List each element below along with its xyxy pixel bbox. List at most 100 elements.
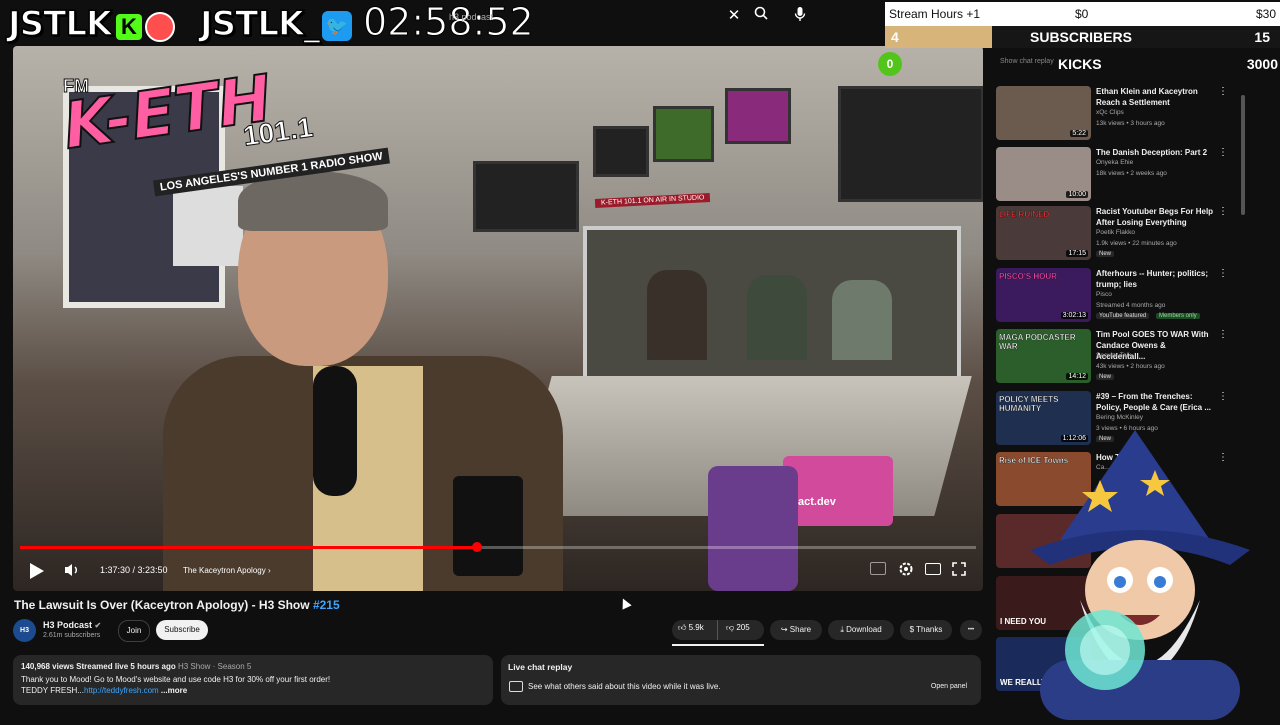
video-channel[interactable]: xQc Clips	[1096, 109, 1124, 116]
live-chat-replay-panel: Live chat replay See what others said ab…	[501, 655, 981, 705]
video-title[interactable]: #39 – From the Trenches: Policy, People …	[1096, 391, 1214, 413]
video-title[interactable]: Ethan Klein and Kaceytron Reach a Settle…	[1096, 86, 1214, 108]
description-box[interactable]: 140,968 views Streamed live 5 hours ago …	[13, 655, 493, 705]
share-icon: ↪	[780, 625, 788, 634]
kicks-subtitle: Show chat replay	[1000, 58, 1054, 65]
video-title[interactable]: Afterhours -- Hunter; politics; trump; l…	[1096, 268, 1214, 290]
subscribers-count: 4	[891, 29, 899, 45]
settings-gear-icon[interactable]	[898, 561, 914, 582]
more-vert-icon[interactable]: ⋮	[1218, 391, 1228, 402]
view-stats: 140,968 views Streamed live 5 hours ago	[21, 662, 178, 671]
video-channel[interactable]: Pisco	[1096, 291, 1112, 298]
description-prefix: TEDDY FRESH...	[21, 686, 84, 695]
more-vert-icon[interactable]: ⋮	[1218, 86, 1228, 97]
members-only-badge: Members only	[1156, 313, 1200, 319]
open-panel-button[interactable]: Open panel	[926, 679, 972, 695]
join-button[interactable]: Join	[118, 620, 150, 642]
download-button[interactable]: ⤓ Download	[828, 620, 894, 640]
twitter-bird-icon: 🐦	[322, 11, 352, 41]
video-thumbnail[interactable]: MAGA PODCASTER WAR 14:12	[996, 329, 1091, 383]
chapter-title[interactable]: The Kaceytron Apology ›	[183, 566, 271, 575]
video-player[interactable]: K-ETH 101.1 ON AIR IN STUDIO act.dev FM …	[13, 46, 983, 591]
subscriber-count: 2.61m subscribers	[43, 632, 101, 639]
progress-scrubber[interactable]	[471, 542, 482, 552]
video-title[interactable]: The Danish Deception: Part 2	[1096, 147, 1214, 158]
play-button[interactable]	[29, 562, 45, 585]
channel-avatar[interactable]: H3	[13, 619, 36, 642]
like-divider	[717, 620, 718, 640]
thumbs-up-icon: 👍︎	[678, 623, 687, 632]
search-icon[interactable]	[752, 6, 770, 24]
live-chat-heading: Live chat replay	[508, 662, 573, 672]
description-stats: 140,968 views Streamed live 5 hours ago …	[21, 662, 251, 671]
video-hashtag[interactable]: #215	[313, 598, 340, 612]
video-thumbnail[interactable]: LIFE RUINED 17:15	[996, 206, 1091, 260]
sidebar-video-item[interactable]: MAGA PODCASTER WAR 14:12 Tim Pool GOES TO …	[996, 329, 1246, 387]
studio-tv	[593, 126, 649, 177]
sidebar-video-item[interactable]: LIFE RUINED 17:15 Racist Youtuber Begs For…	[996, 206, 1246, 264]
pink-box	[783, 456, 893, 526]
subscribers-label: SUBSCRIBERS	[1030, 29, 1132, 45]
studio-window	[583, 226, 961, 394]
kick-logo-icon: K	[116, 14, 142, 40]
more-vert-icon[interactable]: ⋮	[1218, 147, 1228, 158]
video-title[interactable]: Racist Youtuber Begs For Help After Losi…	[1096, 206, 1214, 228]
more-vert-icon[interactable]: ⋮	[1218, 329, 1228, 340]
subtitles-icon[interactable]	[870, 562, 886, 575]
sidebar-video-item[interactable]: 10:00 The Danish Deception: Part 2 Onyeka …	[996, 147, 1246, 205]
wall-photos	[173, 186, 243, 266]
more-vert-icon[interactable]: ⋮	[1218, 206, 1228, 217]
description-line-1: Thank you to Mood! Go to Mood's website …	[21, 675, 331, 684]
act-tag: act.dev	[798, 496, 836, 508]
studio-tv	[653, 106, 714, 162]
thumbs-down-icon: 👎︎	[726, 623, 735, 632]
video-meta: 43k views • 2 hours ago	[1096, 363, 1165, 370]
progress-played	[20, 546, 477, 549]
studio-tv	[473, 161, 579, 232]
wizard-mascot	[1030, 430, 1250, 720]
video-channel[interactable]: Bering McKinley	[1096, 414, 1143, 421]
more-actions-button[interactable]: •••	[960, 620, 982, 640]
description-more-button[interactable]: ...more	[161, 686, 187, 695]
like-underline	[672, 644, 764, 646]
share-button[interactable]: ↪ Share	[770, 620, 822, 640]
theater-mode-icon[interactable]	[925, 563, 941, 575]
description-link[interactable]: http://teddyfresh.com	[84, 686, 159, 695]
channel-name-text[interactable]: H3 Podcast	[43, 620, 92, 630]
video-badge: YouTube featured	[1096, 313, 1150, 319]
sidebar-video-item[interactable]: PISCO'S HOUR 3:02:13 Afterhours -- Hunter;…	[996, 268, 1246, 326]
video-badge: New	[1096, 374, 1115, 380]
mouse-cursor-icon	[618, 596, 632, 610]
channel-name[interactable]: H3 Podcast ✔	[43, 620, 101, 630]
verified-icon: ✔	[94, 621, 102, 630]
video-meta: Streamed 4 months ago	[1096, 302, 1166, 309]
volume-icon[interactable]	[64, 563, 80, 582]
description-line-2: TEDDY FRESH...http://teddyfresh.com ...m…	[21, 686, 187, 695]
series-label[interactable]: H3 Show · Season 5	[178, 662, 251, 671]
subscribe-button[interactable]: Subscribe	[156, 620, 208, 640]
sidebar-scrollbar[interactable]	[1241, 95, 1245, 215]
kicks-goal-bar: 0 Show chat replay KICKS 3000	[878, 52, 1280, 76]
overlay-brand-twitter: JSTLK_	[199, 3, 321, 45]
video-thumbnail[interactable]: PISCO'S HOUR 3:02:13	[996, 268, 1091, 322]
video-channel[interactable]: Secular Talk	[1096, 352, 1131, 359]
dislike-button[interactable]: 👎︎ 205	[726, 623, 750, 633]
fullscreen-icon[interactable]	[952, 562, 966, 581]
video-channel[interactable]: Onyeka Ehie	[1096, 159, 1133, 166]
video-thumbnail[interactable]: 10:00	[996, 147, 1091, 201]
sidebar-video-item[interactable]: 5:22 Ethan Klein and Kaceytron Reach a Se…	[996, 86, 1246, 144]
thanks-button[interactable]: $ Thanks	[900, 620, 952, 640]
clear-search-icon[interactable]: ✕	[726, 6, 742, 24]
video-channel[interactable]: Poetik Flakko	[1096, 229, 1135, 236]
video-duration: 10:00	[1066, 191, 1088, 198]
microphone-icon[interactable]	[791, 6, 809, 26]
stream-hours-min: $0	[1075, 7, 1089, 21]
video-title-text: The Lawsuit Is Over (Kaceytron Apology) …	[14, 598, 313, 612]
thumbnail-text: PISCO'S HOUR	[999, 272, 1057, 281]
more-vert-icon[interactable]: ⋮	[1218, 268, 1228, 279]
video-thumbnail[interactable]: 5:22	[996, 86, 1091, 140]
kicks-goal: 3000	[1246, 56, 1278, 72]
like-button[interactable]: 👍︎ 5.9k	[678, 623, 704, 633]
chevron-right-icon: ›	[267, 566, 271, 575]
studio-tv	[725, 88, 791, 144]
